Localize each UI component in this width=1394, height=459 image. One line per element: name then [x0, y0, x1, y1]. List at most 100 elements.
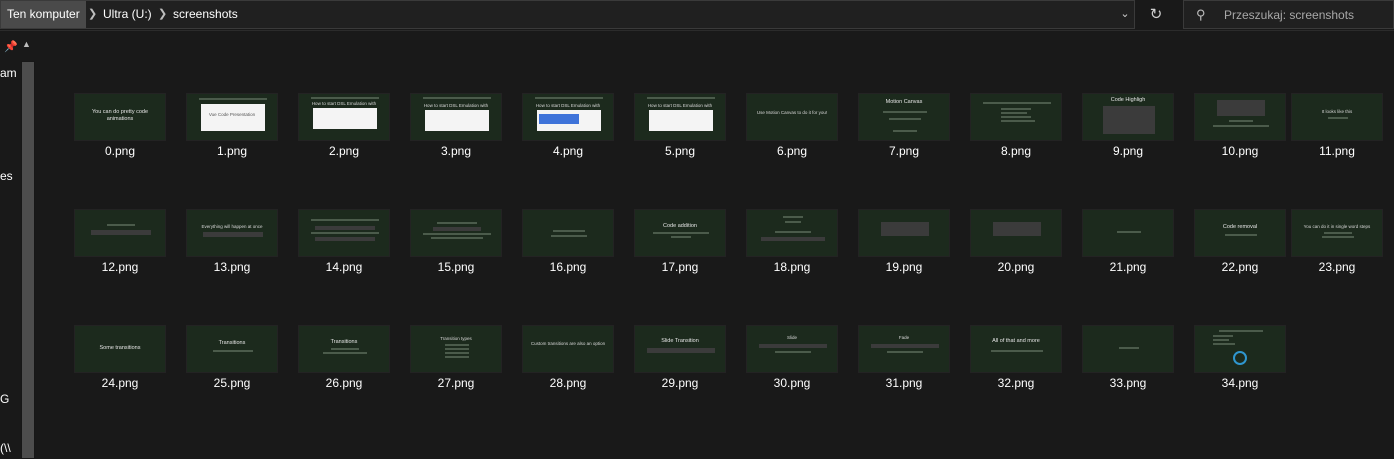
file-name: 32.png	[997, 376, 1035, 390]
file-thumbnail: Everything will happen at once	[186, 209, 278, 257]
address-bar[interactable]: Ten komputer ❯ Ultra (U:) ❯ screenshots …	[0, 0, 1135, 29]
file-item[interactable]: 21.png	[1082, 209, 1174, 277]
file-name: 9.png	[1112, 144, 1144, 158]
file-name: 17.png	[661, 260, 699, 274]
file-name: 5.png	[664, 144, 696, 158]
refresh-icon[interactable]: ↻	[1142, 0, 1170, 29]
nav-scrollbar-thumb[interactable]	[22, 62, 34, 458]
file-name: 16.png	[549, 260, 587, 274]
file-item[interactable]: Transitions 25.png	[186, 325, 278, 393]
file-thumbnail: Motion Canvas	[858, 93, 950, 141]
file-item[interactable]: 12.png	[74, 209, 166, 277]
file-item[interactable]: Custom transitions are also an option 28…	[522, 325, 614, 393]
file-name: 14.png	[325, 260, 363, 274]
search-input[interactable]	[1224, 5, 1384, 24]
file-item[interactable]: Slide Transition 29.png	[634, 325, 726, 393]
file-item[interactable]: Use Motion Canvas to do it for you! 6.pn…	[746, 93, 838, 161]
file-name: 26.png	[325, 376, 363, 390]
file-item[interactable]: 10.png	[1194, 93, 1286, 161]
nav-item-fragment[interactable]: (\\	[0, 441, 11, 455]
file-item[interactable]: 33.png	[1082, 325, 1174, 393]
file-thumbnail: How to start DSL Emulation with Nanoctru…	[634, 93, 726, 141]
file-item[interactable]: 15.png	[410, 209, 502, 277]
file-item[interactable]: How to start DSL Emulation with Nanoctru…	[634, 93, 726, 161]
file-name: 1.png	[216, 144, 248, 158]
file-thumbnail	[74, 209, 166, 257]
breadcrumb-drive[interactable]: Ultra (U:)	[103, 1, 152, 28]
file-item[interactable]: Transition types 27.png	[410, 325, 502, 393]
file-name: 2.png	[328, 144, 360, 158]
file-thumbnail	[1082, 325, 1174, 373]
file-name: 12.png	[101, 260, 139, 274]
file-item[interactable]: Everything will happen at once 13.png	[186, 209, 278, 277]
file-name: 11.png	[1319, 144, 1355, 158]
file-thumbnail	[970, 93, 1062, 141]
file-thumbnail: Transition types	[410, 325, 502, 373]
file-item[interactable]: All of that and more 32.png	[970, 325, 1062, 393]
file-thumbnail	[858, 209, 950, 257]
file-thumbnail: How to start DSL Emulation with Nanoctru…	[522, 93, 614, 141]
file-item[interactable]: 14.png	[298, 209, 390, 277]
file-thumbnail: You can do pretty code animations	[74, 93, 166, 141]
file-item[interactable]: Some transitions 24.png	[74, 325, 166, 393]
nav-item-fragment[interactable]: am	[0, 66, 17, 80]
file-item[interactable]: 34.png	[1194, 325, 1286, 393]
file-item[interactable]: Transitions 26.png	[298, 325, 390, 393]
file-name: 24.png	[101, 376, 139, 390]
file-name: 0.png	[104, 144, 136, 158]
file-item[interactable]: 16.png	[522, 209, 614, 277]
file-thumbnail	[1082, 209, 1174, 257]
file-name: 20.png	[997, 260, 1035, 274]
file-name: 29.png	[661, 376, 699, 390]
file-item[interactable]: 19.png	[858, 209, 950, 277]
file-item[interactable]: Fade 31.png	[858, 325, 950, 393]
chevron-down-icon[interactable]: ⌄	[1115, 1, 1135, 28]
file-item[interactable]: Code Highligh 9.png	[1082, 93, 1174, 161]
file-item[interactable]: How to start DSL Emulation with Nanoctru…	[410, 93, 502, 161]
nav-item-fragment[interactable]: G	[0, 392, 9, 406]
file-item[interactable]: How to start DSL Emulation with Nanoctru…	[298, 93, 390, 161]
chevron-right-icon[interactable]: ❯	[88, 1, 97, 28]
file-item[interactable]: 18.png	[746, 209, 838, 277]
file-name: 34.png	[1221, 376, 1259, 390]
file-item[interactable]: How to start DSL Emulation with Nanoctru…	[522, 93, 614, 161]
file-name: 27.png	[437, 376, 475, 390]
file-thumbnail: Transitions	[186, 325, 278, 373]
file-item[interactable]: 8.png	[970, 93, 1062, 161]
file-item[interactable]: Code addition 17.png	[634, 209, 726, 277]
file-item[interactable]: You can do pretty code animations 0.png	[74, 93, 166, 161]
file-name: 22.png	[1221, 260, 1259, 274]
file-thumbnail	[970, 209, 1062, 257]
file-name: 7.png	[888, 144, 920, 158]
file-thumbnail: Slide Transition	[634, 325, 726, 373]
chevron-right-icon[interactable]: ❯	[158, 1, 167, 28]
file-name: 21.png	[1109, 260, 1147, 274]
file-thumbnail: Vue Code Presentation	[186, 93, 278, 141]
file-thumbnail: All of that and more	[970, 325, 1062, 373]
search-box[interactable]: ⚲	[1183, 0, 1394, 29]
file-item[interactable]: Vue Code Presentation 1.png	[186, 93, 278, 161]
nav-item-fragment[interactable]: es	[0, 169, 13, 183]
breadcrumb-this-pc[interactable]: Ten komputer	[1, 1, 86, 28]
file-item[interactable]: Motion Canvas 7.png	[858, 93, 950, 161]
file-thumbnail	[1194, 93, 1286, 141]
file-thumbnail: You can do it in single word steps	[1291, 209, 1383, 257]
scroll-up-icon[interactable]: ▲	[22, 39, 31, 49]
breadcrumb-folder[interactable]: screenshots	[173, 1, 238, 28]
file-thumbnail: Use Motion Canvas to do it for you!	[746, 93, 838, 141]
file-thumbnail	[410, 209, 502, 257]
file-thumbnail: Slide	[746, 325, 838, 373]
file-name: 8.png	[1000, 144, 1032, 158]
file-thumbnail: It looks like this	[1291, 93, 1383, 141]
file-thumbnail	[1194, 325, 1286, 373]
file-thumbnail	[298, 209, 390, 257]
file-item[interactable]: 20.png	[970, 209, 1062, 277]
file-item[interactable]: It looks like this 11.png	[1291, 93, 1383, 161]
pin-icon[interactable]: 📌	[4, 40, 18, 53]
file-name: 25.png	[213, 376, 251, 390]
file-name: 15.png	[437, 260, 475, 274]
file-item[interactable]: Slide 30.png	[746, 325, 838, 393]
file-name: 3.png	[440, 144, 472, 158]
file-item[interactable]: Code removal 22.png	[1194, 209, 1286, 277]
file-item[interactable]: You can do it in single word steps 23.pn…	[1291, 209, 1383, 277]
